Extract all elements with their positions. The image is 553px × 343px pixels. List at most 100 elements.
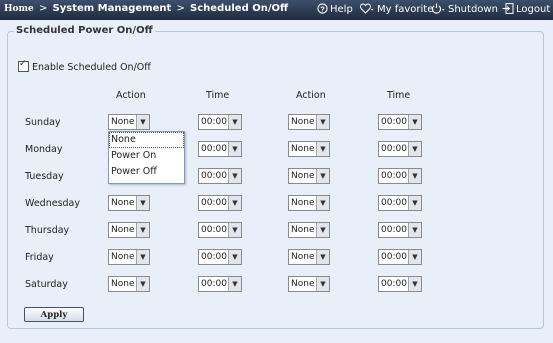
select-value: 00:00 [381, 171, 407, 181]
checkbox-checked-icon[interactable] [18, 59, 29, 72]
select-value: None [111, 225, 135, 235]
wednesday-action-select-1[interactable]: None ▼ [108, 195, 150, 211]
logout-button[interactable]: Logout [502, 3, 550, 17]
wednesday-time-select-2[interactable]: 00:00 ▼ [378, 195, 422, 211]
column-header-time-1: Time [206, 90, 230, 101]
chevron-down-icon[interactable]: ▼ [228, 223, 241, 237]
select-value: 00:00 [201, 144, 227, 154]
chevron-down-icon[interactable]: ▼ [136, 223, 149, 237]
dropdown-option-power-off[interactable]: Power Off [109, 164, 184, 180]
day-label-wednesday: Wednesday [25, 198, 81, 209]
saturday-action-select-1[interactable]: None ▼ [108, 276, 150, 292]
breadcrumb-home[interactable]: Home [4, 4, 34, 14]
chevron-down-icon[interactable]: ▼ [228, 142, 241, 156]
chevron-down-icon[interactable]: ▼ [316, 142, 329, 156]
thursday-action-select-2[interactable]: None ▼ [288, 222, 330, 238]
chevron-down-icon[interactable]: ▼ [228, 277, 241, 291]
wednesday-time-select-1[interactable]: 00:00 ▼ [198, 195, 242, 211]
chevron-down-icon[interactable]: ▼ [136, 115, 149, 129]
column-header-action-2: Action [296, 90, 326, 101]
apply-button[interactable]: Apply [24, 307, 84, 322]
select-value: None [291, 198, 315, 208]
chevron-down-icon[interactable]: ▼ [316, 196, 329, 210]
tuesday-time-select-1[interactable]: 00:00 ▼ [198, 168, 242, 184]
help-icon: ? [317, 3, 328, 17]
chevron-down-icon[interactable]: ▼ [316, 250, 329, 264]
shutdown-button[interactable]: Shutdown [431, 3, 498, 17]
help-button[interactable]: ? Help [317, 3, 353, 17]
sunday-time-select-1[interactable]: 00:00 ▼ [198, 114, 242, 130]
column-header-time-2: Time [387, 90, 411, 101]
monday-time-select-1[interactable]: 00:00 ▼ [198, 141, 242, 157]
breadcrumb: Home > System Management > Scheduled On/… [4, 3, 288, 14]
select-value: None [291, 144, 315, 154]
shutdown-label: Shutdown [448, 4, 498, 15]
logout-label: Logout [516, 4, 551, 15]
chevron-down-icon[interactable]: ▼ [228, 196, 241, 210]
select-value: 00:00 [381, 144, 407, 154]
chevron-down-icon[interactable]: ▼ [408, 115, 421, 129]
select-value: None [291, 279, 315, 289]
thursday-time-select-1[interactable]: 00:00 ▼ [198, 222, 242, 238]
chevron-down-icon[interactable]: ▼ [408, 250, 421, 264]
logout-icon [502, 3, 514, 17]
chevron-down-icon[interactable]: ▼ [408, 223, 421, 237]
select-value: None [291, 225, 315, 235]
svg-text:?: ? [320, 4, 325, 13]
chevron-down-icon[interactable]: ▼ [408, 196, 421, 210]
friday-time-select-2[interactable]: 00:00 ▼ [378, 249, 422, 265]
chevron-down-icon[interactable]: ▼ [316, 115, 329, 129]
select-value: 00:00 [381, 225, 407, 235]
enable-scheduled-checkbox[interactable]: Enable Scheduled On/Off [18, 59, 151, 73]
select-value: 00:00 [201, 198, 227, 208]
chevron-down-icon[interactable]: ▼ [316, 277, 329, 291]
chevron-down-icon[interactable]: ▼ [316, 169, 329, 183]
day-label-tuesday: Tuesday [25, 171, 64, 182]
select-value: None [291, 252, 315, 262]
chevron-down-icon[interactable]: ▼ [228, 250, 241, 264]
friday-time-select-1[interactable]: 00:00 ▼ [198, 249, 242, 265]
wednesday-action-select-2[interactable]: None ▼ [288, 195, 330, 211]
saturday-time-select-1[interactable]: 00:00 ▼ [198, 276, 242, 292]
select-value: None [291, 117, 315, 127]
breadcrumb-section: System Management [52, 3, 172, 14]
chevron-down-icon[interactable]: ▼ [316, 223, 329, 237]
friday-action-select-1[interactable]: None ▼ [108, 249, 150, 265]
chevron-down-icon[interactable]: ▼ [136, 277, 149, 291]
thursday-time-select-2[interactable]: 00:00 ▼ [378, 222, 422, 238]
sunday-time-select-2[interactable]: 00:00 ▼ [378, 114, 422, 130]
chevron-down-icon[interactable]: ▼ [408, 169, 421, 183]
top-bar: Home > System Management > Scheduled On/… [0, 0, 553, 20]
tuesday-action-select-2[interactable]: None ▼ [288, 168, 330, 184]
heart-icon [360, 3, 375, 17]
breadcrumb-page: Scheduled On/Off [190, 3, 289, 14]
saturday-time-select-2[interactable]: 00:00 ▼ [378, 276, 422, 292]
scheduled-power-fieldset: Scheduled Power On/Off [7, 25, 544, 329]
dropdown-option-power-on[interactable]: Power On [109, 148, 184, 164]
dropdown-option-none[interactable]: None [109, 132, 184, 148]
day-label-monday: Monday [25, 144, 63, 155]
day-label-sunday: Sunday [25, 117, 61, 128]
friday-action-select-2[interactable]: None ▼ [288, 249, 330, 265]
breadcrumb-separator: > [38, 3, 48, 14]
monday-action-select-2[interactable]: None ▼ [288, 141, 330, 157]
chevron-down-icon[interactable]: ▼ [408, 142, 421, 156]
chevron-down-icon[interactable]: ▼ [408, 277, 421, 291]
favorite-button[interactable]: My favorite [360, 3, 433, 17]
select-value: 00:00 [201, 225, 227, 235]
monday-time-select-2[interactable]: 00:00 ▼ [378, 141, 422, 157]
chevron-down-icon[interactable]: ▼ [228, 115, 241, 129]
day-label-thursday: Thursday [25, 225, 70, 236]
sunday-action-select-2[interactable]: None ▼ [288, 114, 330, 130]
select-value: None [291, 171, 315, 181]
thursday-action-select-1[interactable]: None ▼ [108, 222, 150, 238]
chevron-down-icon[interactable]: ▼ [136, 250, 149, 264]
favorite-label: My favorite [377, 4, 434, 15]
tuesday-time-select-2[interactable]: 00:00 ▼ [378, 168, 422, 184]
chevron-down-icon[interactable]: ▼ [228, 169, 241, 183]
chevron-down-icon[interactable]: ▼ [136, 196, 149, 210]
sunday-action-select-1[interactable]: None ▼ [108, 114, 150, 130]
action-dropdown-list[interactable]: None Power On Power Off [108, 131, 185, 184]
saturday-action-select-2[interactable]: None ▼ [288, 276, 330, 292]
power-icon [431, 3, 446, 17]
